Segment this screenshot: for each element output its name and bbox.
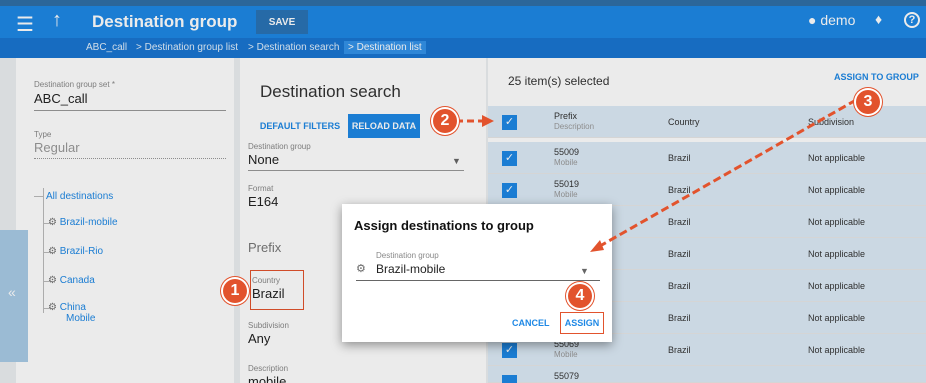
annotation-arrows xyxy=(456,98,857,252)
callout-1: 1 xyxy=(223,279,247,303)
arrow-3-head xyxy=(590,240,604,252)
callout-3: 3 xyxy=(856,90,880,114)
callout-4: 4 xyxy=(568,284,592,308)
callout-2: 2 xyxy=(433,109,457,133)
arrow-3-line xyxy=(599,98,857,248)
arrow-2-head xyxy=(482,115,494,127)
